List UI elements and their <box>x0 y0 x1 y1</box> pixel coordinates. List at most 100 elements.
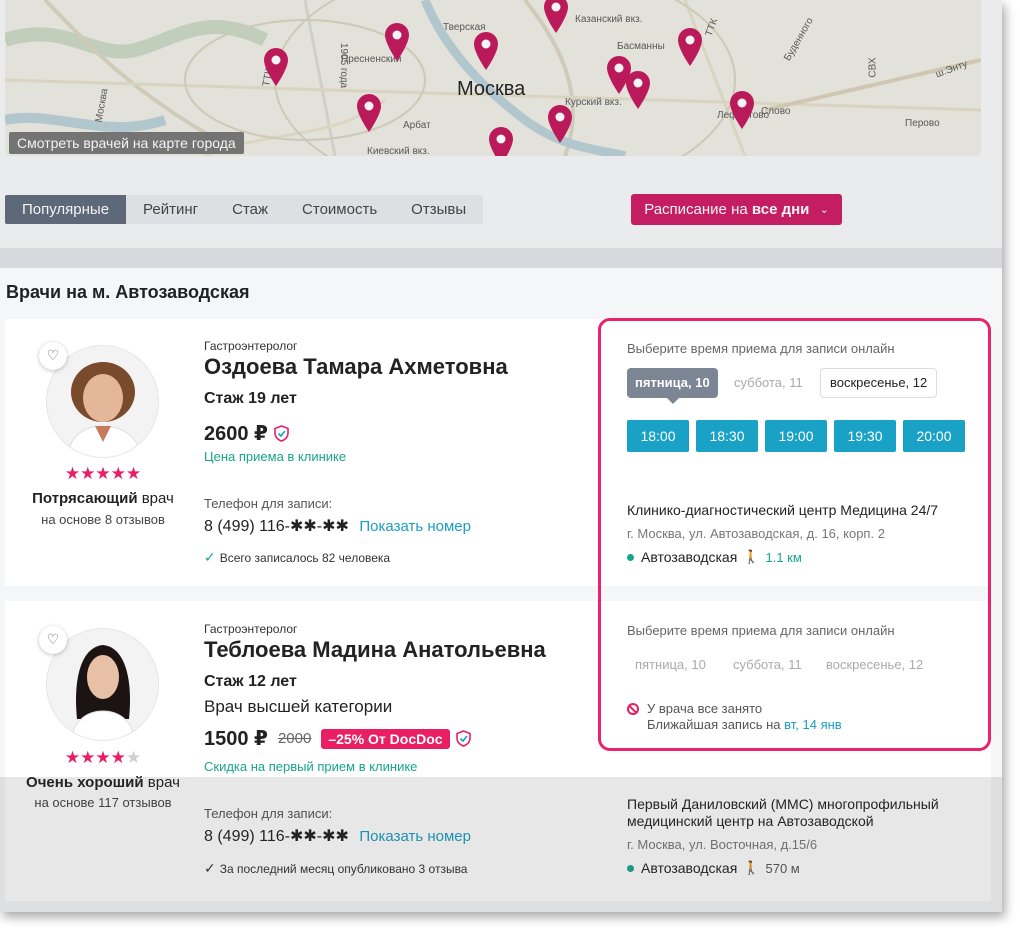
busy-text: У врача все занято <box>647 701 763 716</box>
metro-station: Автозаводская 🚶 1.1 км <box>627 549 802 565</box>
favorite-heart-icon[interactable]: ♡ <box>39 342 67 370</box>
day-tab-friday[interactable]: пятница, 10 <box>627 368 718 404</box>
map-pin-icon[interactable] <box>356 93 382 133</box>
map-label: Казанский вкз. <box>575 14 643 25</box>
section-divider <box>0 248 1002 268</box>
map-label: СВХ <box>867 57 879 78</box>
show-phone-link[interactable]: Показать номер <box>359 518 471 535</box>
sort-tab-experience[interactable]: Стаж <box>215 195 285 224</box>
doctor-price: 1500 ₽ 2000 –25% От DocDoc <box>204 726 471 751</box>
price-value: 1500 ₽ <box>204 728 268 750</box>
map-label: Слово <box>761 106 791 117</box>
sort-tabs: Популярные Рейтинг Стаж Стоимость Отзывы <box>5 195 484 224</box>
distance-value: 1.1 км <box>765 549 802 565</box>
check-icon: ✓ <box>204 549 216 565</box>
metro-name: Автозаводская <box>641 549 738 565</box>
doctor-category: Врач высшей категории <box>204 697 393 716</box>
clinic-name[interactable]: Клинико-диагностический центр Медицина 2… <box>627 502 977 519</box>
price-value: 2600 ₽ <box>204 423 268 445</box>
phone-value: 8 (499) 116-✱✱-✱✱ <box>204 518 349 535</box>
schedule-dropdown-button[interactable]: Расписание на все дни ⌄ <box>631 194 842 225</box>
doctor-card: ♡ ★★★★★ Очень хороший врач на основе 117… <box>5 601 991 901</box>
city-map[interactable]: Тверская Казанский вкз. Пресненский Басм… <box>5 0 981 156</box>
rating-word: Потрясающий <box>32 490 138 507</box>
metro-dot-icon <box>627 553 634 561</box>
map-pin-icon[interactable] <box>543 0 569 34</box>
phone-number: 8 (499) 116-✱✱-✱✱ Показать номер <box>204 516 471 536</box>
shield-icon <box>455 730 471 747</box>
map-pin-icon[interactable] <box>473 31 499 71</box>
shield-icon <box>274 425 289 442</box>
phone-label: Телефон для записи: <box>204 496 333 511</box>
page-title: Врачи на м. Автозаводская <box>6 282 250 302</box>
walking-icon: 🚶 <box>743 549 760 564</box>
metro-dot-icon <box>627 864 634 872</box>
view-map-link[interactable]: Смотреть врачей на карте города <box>9 132 244 154</box>
doctor-specialty: Гастроэнтеролог <box>204 339 298 353</box>
sort-tab-rating[interactable]: Рейтинг <box>126 195 215 224</box>
time-slot-button[interactable]: 20:00 <box>903 420 965 452</box>
reviews-note-text: За последний месяц опубликовано 3 отзыва <box>219 862 468 876</box>
no-entry-icon <box>627 703 639 715</box>
map-label: Перово <box>905 118 940 129</box>
time-slot-button[interactable]: 19:30 <box>834 420 896 452</box>
reviews-count[interactable]: на основе 117 отзывов <box>5 795 201 810</box>
day-tab-sunday: воскресенье, 12 <box>826 657 924 672</box>
sort-tab-reviews[interactable]: Отзывы <box>394 195 483 224</box>
rating-stars: ★★★★★ <box>5 748 201 768</box>
metro-station: Автозаводская 🚶 570 м <box>627 860 800 876</box>
phone-label: Телефон для записи: <box>204 806 333 821</box>
time-slot-button[interactable]: 18:00 <box>627 420 689 452</box>
schedule-prefix: Расписание на <box>644 201 748 218</box>
doctor-experience: Стаж 12 лет <box>204 673 297 690</box>
price-note: Цена приема в клинике <box>204 449 347 464</box>
time-slot-button[interactable]: 18:30 <box>696 420 758 452</box>
doctor-name[interactable]: Оздоева Тамара Ахметовна <box>204 354 508 380</box>
day-tab-sunday[interactable]: воскресенье, 12 <box>820 368 938 398</box>
bookings-text: Всего записалось 82 человека <box>219 551 391 565</box>
time-slot-button[interactable]: 19:00 <box>765 420 827 452</box>
day-tab-friday: пятница, 10 <box>635 657 706 672</box>
nearest-prefix: Ближайшая запись на <box>647 717 785 732</box>
map-pin-icon[interactable] <box>625 70 651 110</box>
sort-tab-price[interactable]: Стоимость <box>285 195 394 224</box>
clinic-address: г. Москва, ул. Восточная, д.15/6 <box>627 837 818 852</box>
old-price: 2000 <box>277 730 312 747</box>
map-pin-icon[interactable] <box>384 22 410 62</box>
map-label: 1905 года <box>338 42 350 89</box>
map-label: Арбат <box>403 120 431 131</box>
map-pin-icon[interactable] <box>488 126 514 156</box>
doctor-name[interactable]: Теблоева Мадина Анатольевна <box>204 637 546 663</box>
check-icon: ✓ <box>204 860 216 876</box>
map-pin-icon[interactable] <box>729 90 755 130</box>
doctor-card: ♡ ★★★★★ Потрясающий врач на основе 8 отз… <box>5 319 991 586</box>
map-pin-icon[interactable] <box>263 47 289 87</box>
favorite-heart-icon[interactable]: ♡ <box>39 626 67 654</box>
stars-empty: ★ <box>125 748 142 767</box>
schedule-value: все дни <box>751 201 810 218</box>
show-phone-link[interactable]: Показать номер <box>359 828 471 845</box>
slots-title: Выберите время приема для записи онлайн <box>627 623 895 638</box>
metro-distance: 1.1 км <box>765 550 801 565</box>
nearest-date-link[interactable]: вт, 14 янв <box>784 717 842 732</box>
day-tab-saturday: суббота, 11 <box>733 657 802 672</box>
doctor-price: 2600 ₽ <box>204 421 289 446</box>
clinic-name[interactable]: Первый Даниловский (ММС) многопрофильный… <box>627 796 967 830</box>
discount-badge: –25% От DocDoc <box>321 728 450 749</box>
clinic-address: г. Москва, ул. Автозаводская, д. 16, кор… <box>627 526 885 541</box>
rating-label: Очень хороший врач <box>5 774 201 791</box>
price-note: Скидка на первый прием в клинике <box>204 759 418 774</box>
reviews-count[interactable]: на основе 8 отзывов <box>5 512 201 527</box>
map-label: Басманны <box>617 41 665 52</box>
busy-status: У врача все занято Ближайшая запись на в… <box>627 701 842 733</box>
rating-label: Потрясающий врач <box>5 490 201 507</box>
sort-tab-popular[interactable]: Популярные <box>5 195 127 224</box>
rating-word: Очень хороший <box>26 774 144 791</box>
stars-filled: ★★★★ <box>64 748 126 767</box>
map-pin-icon[interactable] <box>677 27 703 67</box>
nearest-appointment: Ближайшая запись на вт, 14 янв <box>647 717 842 733</box>
page-frame: Тверская Казанский вкз. Пресненский Басм… <box>0 0 1002 912</box>
walking-icon: 🚶 <box>743 860 760 875</box>
phone-value: 8 (499) 116-✱✱-✱✱ <box>204 828 349 845</box>
map-pin-icon[interactable] <box>547 104 573 144</box>
